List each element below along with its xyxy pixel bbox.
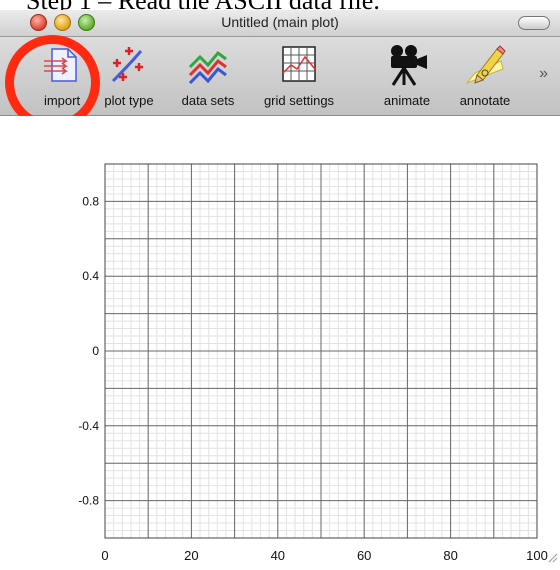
toolbar-overflow-button[interactable]: » — [539, 65, 548, 83]
data-sets-label: data sets — [181, 93, 235, 108]
x-tick-label: 20 — [184, 548, 198, 563]
animate-label: animate — [383, 93, 431, 108]
grid-settings-label: grid settings — [263, 93, 335, 108]
plot-type-label: plot type — [104, 93, 154, 108]
window-title: Untitled (main plot) — [221, 14, 339, 30]
y-tick-label: 0.4 — [82, 269, 99, 283]
x-tick-label: 0 — [101, 548, 108, 563]
animate-button[interactable]: animate — [372, 37, 442, 115]
main-plot[interactable]: 0 20 40 60 80 100 0.80.40-0.4-0.8 — [0, 116, 560, 565]
camera-icon — [391, 45, 427, 86]
pencil-icon — [465, 45, 506, 85]
annotate-label: annotate — [459, 93, 511, 108]
plot-type-button[interactable]: plot type — [92, 37, 166, 115]
annotate-button[interactable]: annotate — [448, 37, 522, 115]
y-tick-label: 0 — [92, 344, 99, 358]
window-titlebar[interactable]: Untitled (main plot) — [0, 10, 560, 37]
toolbar-toggle-button[interactable] — [518, 16, 550, 30]
data-sets-button[interactable]: data sets — [170, 37, 246, 115]
y-tick-label: -0.8 — [78, 494, 99, 508]
resize-handle-icon[interactable] — [544, 549, 558, 563]
grid-settings-button[interactable]: grid settings — [250, 37, 348, 115]
plot-type-icon — [111, 47, 143, 83]
y-tick-label: 0.8 — [82, 194, 99, 208]
grid-settings-icon — [282, 46, 316, 82]
plot-area[interactable]: 0 20 40 60 80 100 0.8 0.4 0 -0.4 -0.8 — [0, 116, 560, 565]
data-sets-icon — [188, 50, 227, 85]
x-tick-label: 80 — [443, 548, 457, 563]
y-tick-label: -0.4 — [78, 419, 99, 433]
x-tick-label: 40 — [271, 548, 285, 563]
x-tick-label: 60 — [357, 548, 371, 563]
